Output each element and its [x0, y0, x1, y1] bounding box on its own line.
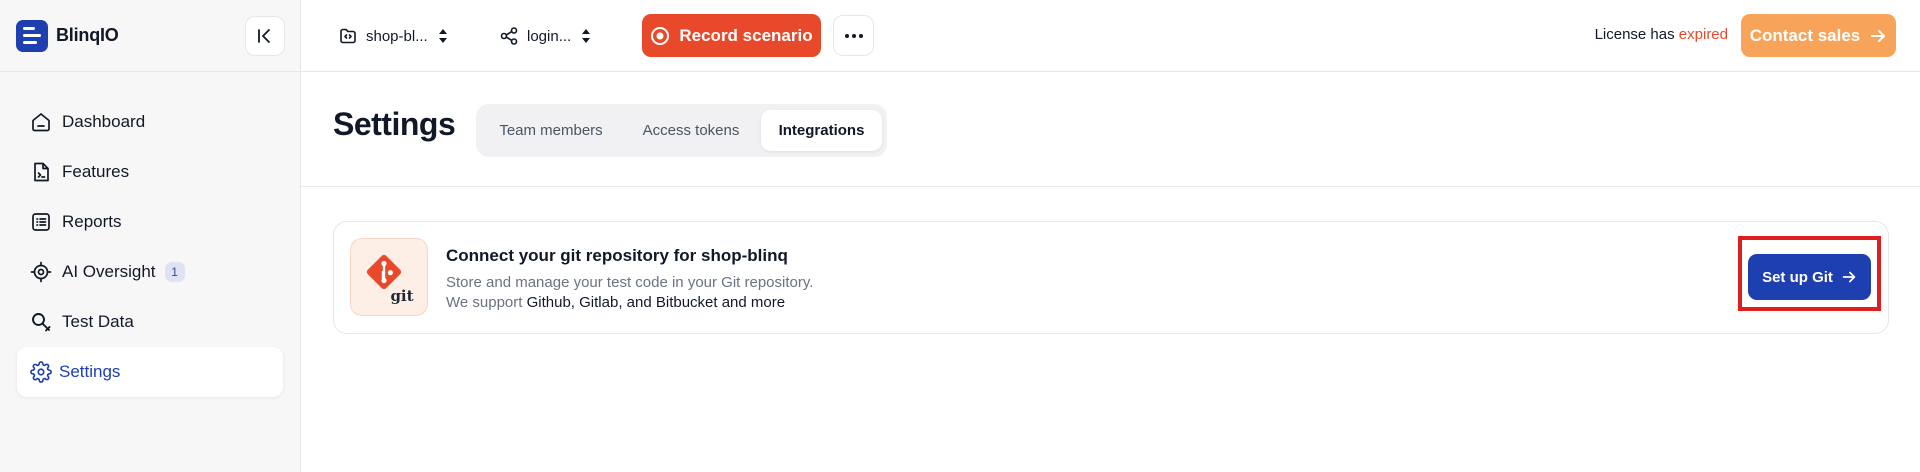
list-icon — [29, 210, 53, 234]
record-scenario-label: Record scenario — [679, 25, 813, 45]
ai-chip-icon — [29, 260, 53, 284]
main-area: shop-bl... login... Record scenario Lice… — [301, 0, 1920, 472]
git-card-desc-line2: We support Github, Gitlab, and Bitbucket… — [446, 293, 813, 313]
git-card-providers: Github, Gitlab, and Bitbucket and more — [526, 294, 786, 311]
project-selector[interactable]: shop-bl... — [338, 22, 450, 50]
sidebar-item-test-data[interactable]: Test Data — [0, 297, 300, 347]
record-icon — [651, 26, 670, 45]
sidebar-item-ai-oversight[interactable]: AI Oversight 1 — [0, 247, 300, 297]
git-logo-tile: git — [350, 238, 428, 316]
flow-nodes-icon — [500, 27, 518, 45]
data-search-icon — [29, 310, 53, 334]
sidebar-item-label: Settings — [59, 362, 121, 381]
sidebar-item-label: Test Data — [62, 312, 134, 331]
contact-sales-button[interactable]: Contact sales — [1741, 14, 1896, 57]
tab-integrations[interactable]: Integrations — [761, 110, 882, 151]
git-card-desc-line1: Store and manage your test code in your … — [446, 274, 814, 291]
settings-tabs: Team members Access tokens Integrations — [476, 104, 887, 157]
blinqio-logo-icon — [16, 19, 48, 52]
scenario-name: login... — [527, 27, 572, 45]
git-integration-card: git Connect your git repository for shop… — [333, 221, 1889, 334]
sidebar-header: BlinqIO — [0, 0, 300, 72]
license-prefix: License has — [1594, 26, 1675, 43]
brand-name: BlinqIO — [56, 25, 119, 45]
set-up-git-label: Set up Git — [1762, 268, 1833, 286]
record-scenario-button[interactable]: Record scenario — [642, 14, 821, 57]
license-expired-label: expired — [1678, 26, 1728, 43]
scenario-selector[interactable]: login... — [499, 22, 593, 50]
sidebar-nav: Dashboard Features Reports AI Oversight — [0, 72, 300, 397]
sidebar-item-dashboard[interactable]: Dashboard — [0, 97, 300, 147]
sidebar-item-label: Reports — [62, 212, 122, 231]
tab-access-tokens[interactable]: Access tokens — [621, 110, 761, 151]
sidebar-item-label: AI Oversight — [62, 262, 156, 281]
git-card-desc-prefix: We support — [446, 294, 527, 311]
home-icon — [29, 110, 53, 134]
arrow-right-icon — [1842, 271, 1856, 283]
license-status: License has expired — [1595, 26, 1728, 43]
gear-icon — [29, 360, 53, 384]
contact-sales-label: Contact sales — [1749, 25, 1861, 45]
integrations-content: git Connect your git repository for shop… — [301, 187, 1920, 472]
topbar: shop-bl... login... Record scenario Lice… — [301, 0, 1920, 72]
tab-team-members[interactable]: Team members — [481, 110, 621, 151]
sidebar: BlinqIO Dashboard Features Reports AI Ov… — [0, 0, 301, 472]
git-card-description: Store and manage your test code in your … — [446, 273, 813, 313]
count-badge: 1 — [164, 262, 185, 282]
page-title: Settings — [333, 106, 456, 142]
arrow-right-icon — [1871, 29, 1886, 42]
collapse-left-icon — [258, 29, 270, 43]
sidebar-item-features[interactable]: Features — [0, 147, 300, 197]
more-horizontal-icon — [844, 33, 863, 38]
git-logo-icon: git — [366, 254, 414, 305]
more-options-button[interactable] — [833, 15, 874, 56]
settings-header: Settings Team members Access tokens Inte… — [301, 72, 1920, 187]
git-logo-text: git — [390, 287, 413, 305]
sort-updown-icon — [438, 29, 447, 43]
collapse-sidebar-button[interactable] — [245, 16, 285, 56]
git-card-title: Connect your git repository for shop-bli… — [446, 246, 788, 265]
sidebar-item-reports[interactable]: Reports — [0, 197, 300, 247]
project-code-icon — [340, 28, 356, 44]
sidebar-item-label: Dashboard — [62, 112, 146, 131]
project-name: shop-bl... — [366, 27, 428, 45]
sort-updown-icon — [582, 29, 591, 43]
set-up-git-button[interactable]: Set up Git — [1748, 254, 1871, 300]
sidebar-item-settings[interactable]: Settings — [17, 347, 283, 397]
app-root: BlinqIO Dashboard Features Reports AI Ov… — [0, 0, 1920, 472]
sidebar-item-label: Features — [62, 162, 130, 181]
feature-file-icon — [29, 160, 53, 184]
